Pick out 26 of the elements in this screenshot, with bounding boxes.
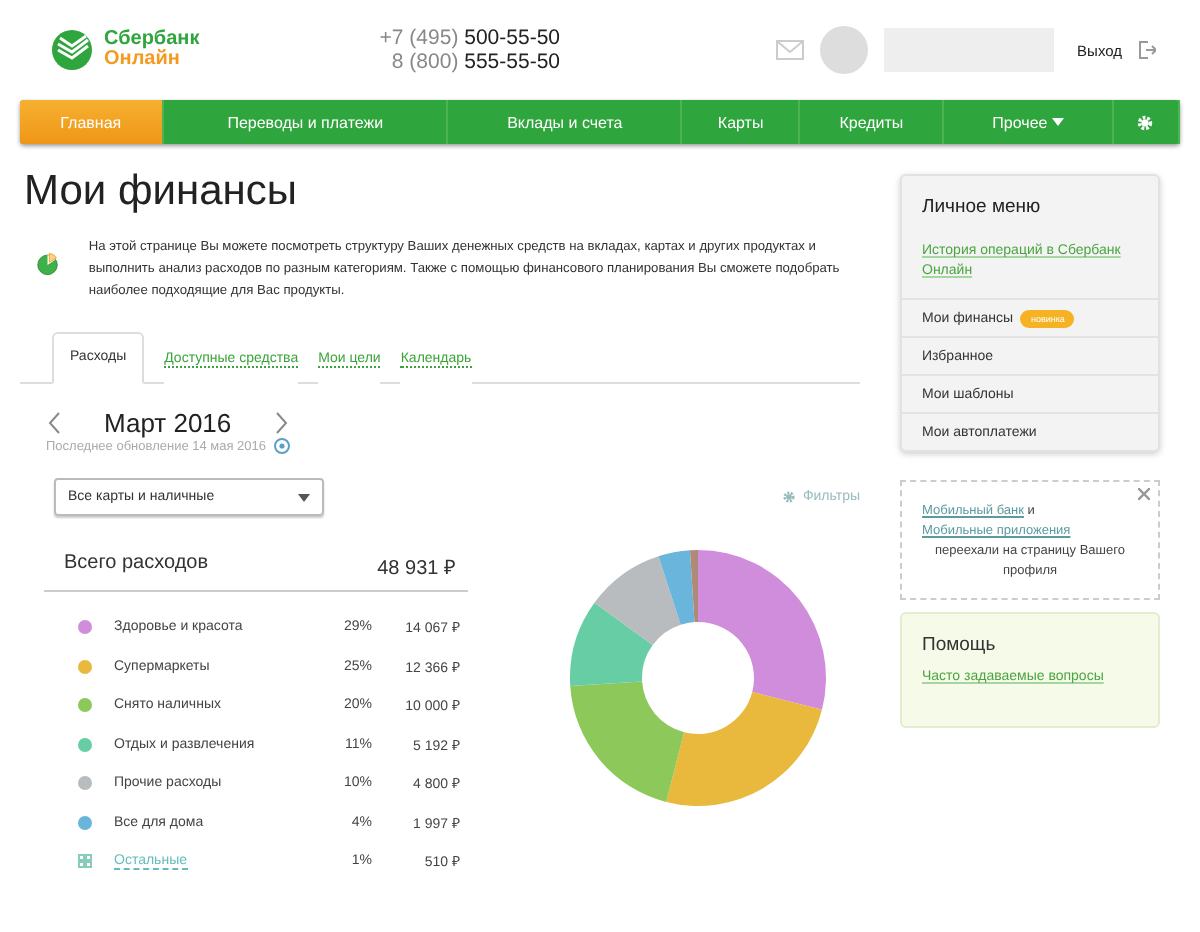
nav-tab[interactable]: Главная [20, 100, 164, 144]
close-icon[interactable] [1138, 488, 1150, 500]
mail-icon[interactable] [775, 40, 804, 60]
nav-tab[interactable]: Кредиты [800, 100, 945, 144]
phone-number: 8 (800) 555-55-50 [391, 50, 560, 74]
help-title: Помощь [922, 634, 998, 656]
exit-icon[interactable] [1138, 40, 1156, 60]
settings-icon[interactable] [1136, 113, 1155, 131]
card-title: Личное меню [920, 194, 1043, 222]
nav-tab[interactable]: Переводы и платежи [163, 100, 449, 144]
logo-text: Онлайн [104, 50, 180, 70]
gear-icon[interactable] [782, 490, 797, 504]
logo-icon [50, 28, 94, 72]
phone-number: +7 (495) 500-55-50 [379, 26, 560, 50]
month-label: Март 2016 [104, 408, 232, 438]
help-icon[interactable] [274, 438, 291, 454]
nav-tab[interactable]: Вклады и счета [448, 100, 683, 144]
nav-tab[interactable]: Прочее [944, 100, 1114, 144]
total-label: Всего расходов [64, 552, 209, 578]
grid-icon [78, 854, 92, 868]
logo-text: Сбербанк [104, 30, 200, 50]
total-amount: 48 931 ₽ [377, 556, 456, 580]
nav-tab[interactable]: Карты [682, 100, 801, 144]
caret-icon [1051, 118, 1064, 126]
page-title: Мои финансы [24, 168, 299, 216]
caret-icon [298, 493, 310, 501]
